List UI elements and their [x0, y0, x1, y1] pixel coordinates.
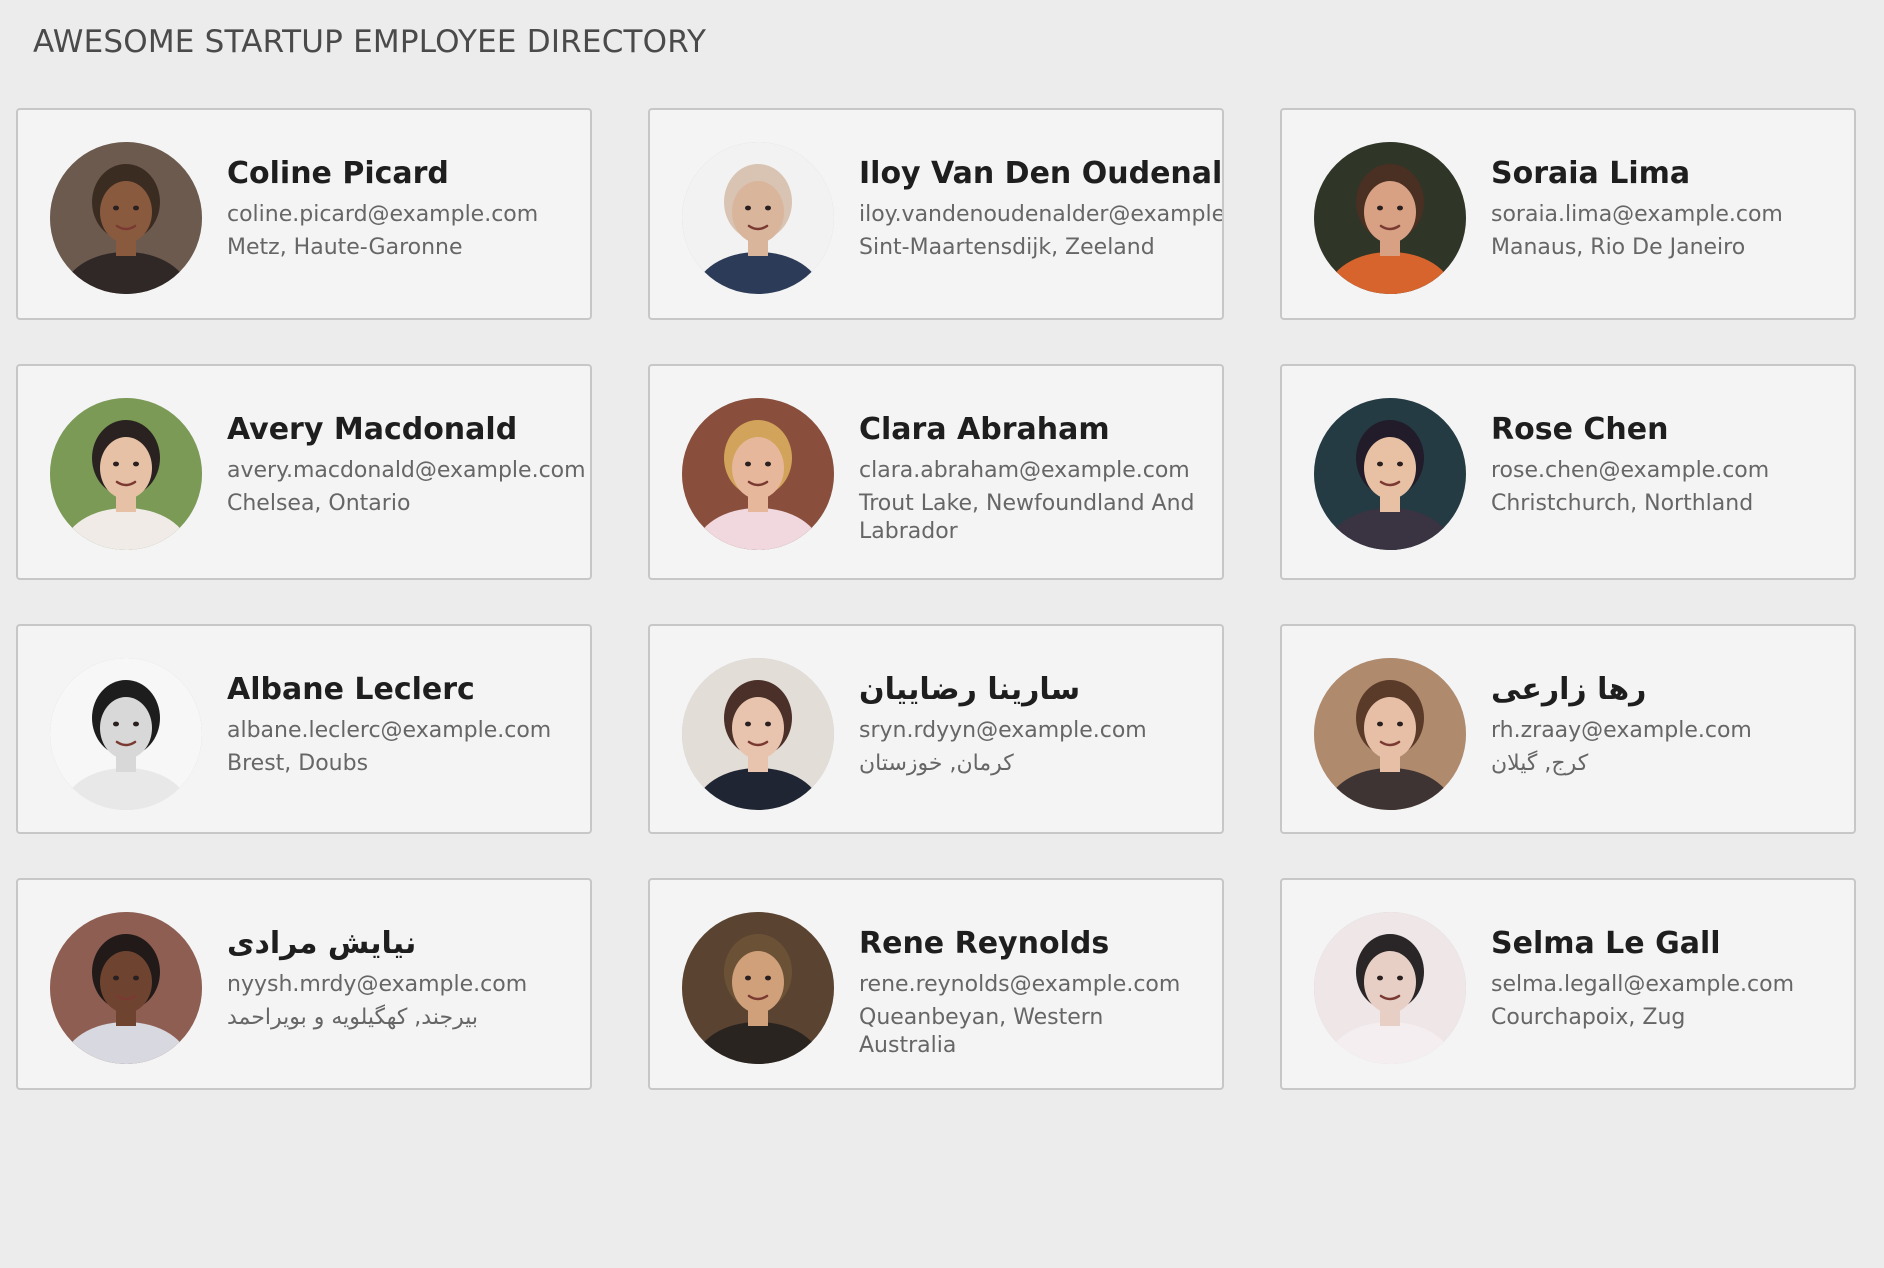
employee-name: Selma Le Gall — [1491, 926, 1721, 961]
employee-info: Selma Le Gall selma.legall@example.com C… — [1491, 924, 1854, 1032]
employee-card[interactable]: Coline Picard coline.picard@example.com … — [16, 108, 592, 320]
employee-email: iloy.vandenoudenalder@example.com — [859, 202, 1224, 227]
employee-location: Metz, Haute-Garonne — [227, 235, 463, 260]
avatar — [1314, 658, 1466, 810]
employee-name: Iloy Van Den Oudenalder — [859, 156, 1223, 191]
employee-name: Avery Macdonald — [227, 412, 518, 447]
employee-email: albane.leclerc@example.com — [227, 718, 552, 743]
employee-email: selma.legall@example.com — [1491, 972, 1795, 997]
employee-email: rene.reynolds@example.com — [859, 972, 1181, 997]
employee-info: Coline Picard coline.picard@example.com … — [227, 154, 590, 262]
employee-info: Clara Abraham clara.abraham@example.com … — [859, 410, 1222, 546]
employee-name: سارینا رضاییان — [859, 672, 1081, 707]
employee-info: Iloy Van Den Oudenalder iloy.vandenouden… — [859, 154, 1222, 262]
avatar — [1314, 142, 1466, 294]
employee-card[interactable]: Rene Reynolds rene.reynolds@example.com … — [648, 878, 1224, 1090]
employee-location: Brest, Doubs — [227, 751, 369, 776]
page-title: AWESOME STARTUP EMPLOYEE DIRECTORY — [33, 24, 707, 60]
employee-info: Soraia Lima soraia.lima@example.com Mana… — [1491, 154, 1854, 262]
portrait-photo-icon — [50, 398, 202, 550]
portrait-photo-icon — [50, 912, 202, 1064]
portrait-photo-icon — [682, 658, 834, 810]
employee-card[interactable]: Albane Leclerc albane.leclerc@example.co… — [16, 624, 592, 834]
employee-grid: Coline Picard coline.picard@example.com … — [16, 108, 1856, 1090]
avatar — [50, 142, 202, 294]
employee-info: Rose Chen rose.chen@example.com Christch… — [1491, 410, 1854, 518]
employee-info: رها زارعی rh.zraay@example.com کرج, گیلا… — [1491, 670, 1854, 778]
employee-card[interactable]: Rose Chen rose.chen@example.com Christch… — [1280, 364, 1856, 580]
employee-location: Queanbeyan, Western Australia — [859, 1005, 1104, 1058]
employee-name: Soraia Lima — [1491, 156, 1691, 191]
employee-email: clara.abraham@example.com — [859, 458, 1190, 483]
employee-email: sryn.rdyyn@example.com — [859, 718, 1147, 743]
employee-location: Trout Lake, Newfoundland And Labrador — [859, 491, 1195, 544]
portrait-photo-icon — [50, 142, 202, 294]
employee-location: Christchurch, Northland — [1491, 491, 1754, 516]
employee-email: avery.macdonald@example.com — [227, 458, 586, 483]
employee-name: Rose Chen — [1491, 412, 1669, 447]
avatar — [682, 658, 834, 810]
employee-location: Sint-Maartensdijk, Zeeland — [859, 235, 1155, 260]
employee-location: کرج, گیلان — [1491, 751, 1589, 776]
employee-location: Courchapoix, Zug — [1491, 1005, 1686, 1030]
employee-info: سارینا رضاییان sryn.rdyyn@example.com کر… — [859, 670, 1222, 778]
employee-info: نیایش مرادی nyysh.mrdy@example.com بیرجن… — [227, 924, 590, 1032]
employee-info: Albane Leclerc albane.leclerc@example.co… — [227, 670, 590, 778]
employee-card[interactable]: نیایش مرادی nyysh.mrdy@example.com بیرجن… — [16, 878, 592, 1090]
employee-location: بیرجند, کهگیلویه و بویراحمد — [227, 1005, 478, 1030]
portrait-photo-icon — [682, 398, 834, 550]
employee-info: Avery Macdonald avery.macdonald@example.… — [227, 410, 590, 518]
employee-card[interactable]: Iloy Van Den Oudenalder iloy.vandenouden… — [648, 108, 1224, 320]
avatar — [682, 398, 834, 550]
employee-name: Rene Reynolds — [859, 926, 1110, 961]
portrait-photo-icon — [682, 142, 834, 294]
portrait-photo-icon — [1314, 658, 1466, 810]
avatar — [50, 658, 202, 810]
portrait-photo-icon — [682, 912, 834, 1064]
employee-card[interactable]: Selma Le Gall selma.legall@example.com C… — [1280, 878, 1856, 1090]
avatar — [1314, 912, 1466, 1064]
avatar — [682, 912, 834, 1064]
employee-name: رها زارعی — [1491, 672, 1647, 707]
employee-card[interactable]: سارینا رضاییان sryn.rdyyn@example.com کر… — [648, 624, 1224, 834]
portrait-photo-icon — [50, 658, 202, 810]
employee-name: نیایش مرادی — [227, 926, 417, 961]
employee-card[interactable]: Soraia Lima soraia.lima@example.com Mana… — [1280, 108, 1856, 320]
avatar — [1314, 398, 1466, 550]
employee-name: Albane Leclerc — [227, 672, 475, 707]
employee-email: nyysh.mrdy@example.com — [227, 972, 528, 997]
employee-email: soraia.lima@example.com — [1491, 202, 1783, 227]
employee-card[interactable]: رها زارعی rh.zraay@example.com کرج, گیلا… — [1280, 624, 1856, 834]
portrait-photo-icon — [1314, 142, 1466, 294]
employee-card[interactable]: Clara Abraham clara.abraham@example.com … — [648, 364, 1224, 580]
employee-email: coline.picard@example.com — [227, 202, 539, 227]
employee-card[interactable]: Avery Macdonald avery.macdonald@example.… — [16, 364, 592, 580]
employee-location: Chelsea, Ontario — [227, 491, 411, 516]
employee-location: کرمان, خوزستان — [859, 751, 1014, 776]
employee-email: rh.zraay@example.com — [1491, 718, 1752, 743]
avatar — [50, 912, 202, 1064]
employee-name: Coline Picard — [227, 156, 449, 191]
employee-email: rose.chen@example.com — [1491, 458, 1770, 483]
employee-name: Clara Abraham — [859, 412, 1110, 447]
employee-location: Manaus, Rio De Janeiro — [1491, 235, 1746, 260]
avatar — [682, 142, 834, 294]
employee-info: Rene Reynolds rene.reynolds@example.com … — [859, 924, 1222, 1060]
portrait-photo-icon — [1314, 912, 1466, 1064]
avatar — [50, 398, 202, 550]
portrait-photo-icon — [1314, 398, 1466, 550]
